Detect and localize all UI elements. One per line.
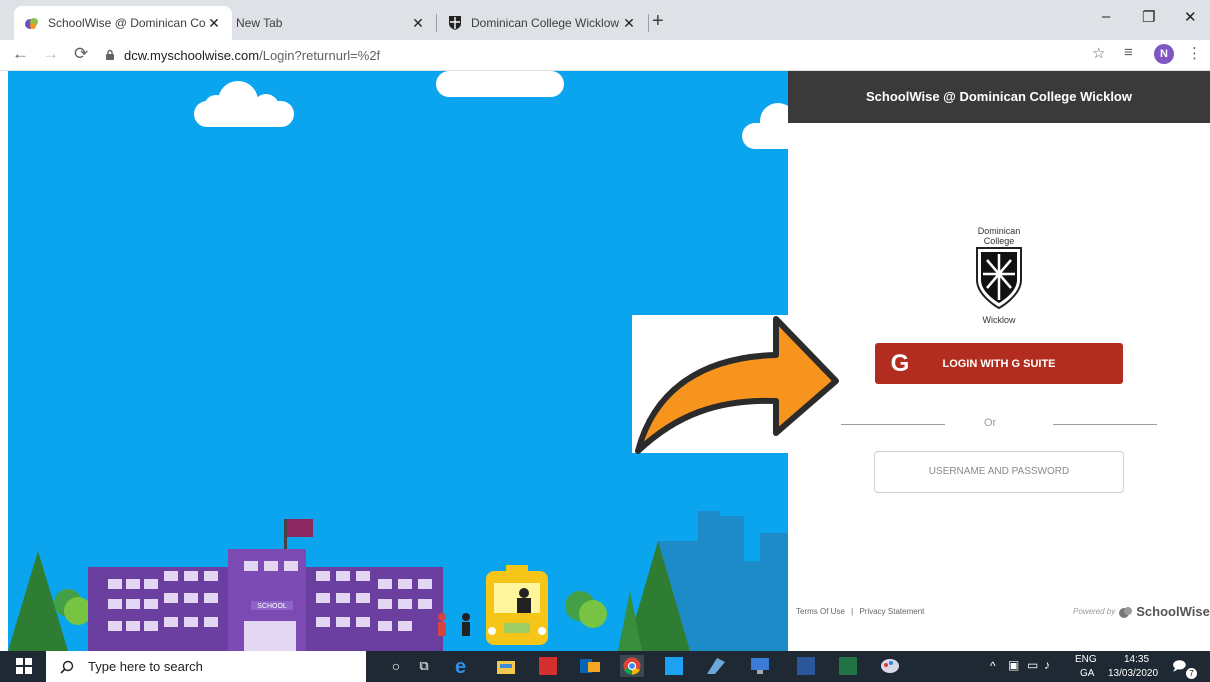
windows-start-icon[interactable] <box>12 655 36 677</box>
college-crest-favicon-icon <box>447 15 463 31</box>
address-bar[interactable]: dcw.myschoolwise.com/Login?returnurl=%2f <box>104 44 380 66</box>
powered-by: Powered by SchoolWise <box>1073 604 1210 619</box>
divider <box>1053 424 1157 425</box>
tab-close-icon[interactable]: ✕ <box>621 15 637 32</box>
cloud-icon <box>742 103 788 149</box>
logo-text-top: Dominican <box>977 226 1021 236</box>
back-arrow-icon[interactable]: ← <box>12 44 29 64</box>
tab-schoolwise[interactable]: SchoolWise @ Dominican Colleg ✕ <box>14 6 232 40</box>
language-bottom[interactable]: GA <box>1080 668 1094 679</box>
tab-dominican-college[interactable]: Dominican College Wicklow ✕ <box>437 6 647 40</box>
logo-text-bottom: Wicklow <box>982 315 1016 325</box>
search-placeholder: Type here to search <box>88 659 203 674</box>
excel-icon[interactable] <box>836 655 860 677</box>
tab-title: SchoolWise @ Dominican Colleg <box>48 16 206 30</box>
tray-app-icon[interactable]: ▣ <box>1008 658 1019 672</box>
notification-icon[interactable]: 🗩 <box>1172 657 1186 679</box>
schoolwise-brand: SchoolWise <box>1136 604 1210 619</box>
gsuite-button-label: LOGIN WITH G SUITE <box>942 357 1056 370</box>
task-view-icon[interactable]: ⧉ <box>412 655 436 677</box>
chrome-icon[interactable] <box>620 655 644 677</box>
search-icon <box>60 660 74 674</box>
notification-count-badge: 7 <box>1186 668 1197 679</box>
bookmark-star-icon[interactable]: ☆ <box>1092 44 1105 62</box>
url-host: dcw.myschoolwise.com <box>124 47 260 63</box>
remote-desktop-icon[interactable] <box>748 655 772 677</box>
cloud-icon <box>194 81 294 127</box>
outlook-icon[interactable] <box>578 655 602 677</box>
tab-title: New Tab <box>236 16 283 30</box>
school-bus <box>486 565 548 645</box>
url-path: /Login?returnurl=%2f <box>259 47 381 63</box>
curved-arrow-icon <box>635 316 839 454</box>
terms-link[interactable]: Terms Of Use <box>796 607 845 616</box>
twitter-icon[interactable] <box>662 655 686 677</box>
page-title: SchoolWise @ Dominican College Wicklow <box>788 71 1210 123</box>
footer-separator: | <box>851 607 854 616</box>
footer-links: Terms Of Use | Privacy Statement <box>796 607 924 616</box>
app-icon[interactable] <box>704 655 728 677</box>
annotation-arrow-overlay <box>632 315 839 454</box>
clock-date[interactable]: 13/03/2020 <box>1108 668 1158 679</box>
school-sign-text: SCHOOL <box>257 603 287 610</box>
college-crest-icon <box>976 247 1022 310</box>
taskbar-search[interactable]: Type here to search <box>46 651 366 682</box>
tray-expand-icon[interactable]: ^ <box>990 659 996 673</box>
forward-arrow-icon[interactable]: → <box>42 44 59 64</box>
paint-icon[interactable] <box>878 655 902 677</box>
network-icon[interactable]: ▭ <box>1027 658 1038 672</box>
browser-menu-icon[interactable]: ⋮ <box>1187 44 1202 62</box>
file-explorer-icon[interactable] <box>494 655 518 677</box>
flash-app-icon[interactable] <box>536 655 560 677</box>
edge-icon[interactable]: e <box>450 655 474 677</box>
schoolwise-logo-icon <box>1119 606 1133 618</box>
or-label: Or <box>984 417 997 429</box>
tab-close-icon[interactable]: ✕ <box>206 15 222 32</box>
minimize-button[interactable]: – <box>1102 8 1110 25</box>
tree <box>579 600 607 628</box>
browser-toolbar: ← → ⟳ dcw.myschoolwise.com/Login?returnu… <box>0 40 1210 71</box>
new-tab-button[interactable]: + <box>652 10 664 33</box>
word-icon[interactable] <box>794 655 818 677</box>
username-password-button[interactable]: USERNAME AND PASSWORD <box>874 451 1124 493</box>
lock-icon <box>106 49 114 60</box>
reload-icon[interactable]: ⟳ <box>74 44 88 64</box>
clock-time[interactable]: 14:35 <box>1124 654 1149 665</box>
svg-text:e: e <box>455 656 466 676</box>
tab-separator <box>648 14 649 32</box>
powered-by-label: Powered by <box>1073 607 1116 616</box>
tree <box>64 597 92 625</box>
profile-avatar[interactable]: N <box>1154 44 1174 64</box>
privacy-link[interactable]: Privacy Statement <box>859 607 924 616</box>
tab-strip: SchoolWise @ Dominican Colleg ✕ New Tab … <box>0 0 1210 40</box>
cortana-icon[interactable]: ○ <box>384 655 408 677</box>
tab-new-tab[interactable]: New Tab ✕ <box>226 6 436 40</box>
tab-close-icon[interactable]: ✕ <box>410 15 426 32</box>
login-gsuite-button[interactable]: G LOGIN WITH G SUITE <box>875 343 1123 384</box>
tab-title: Dominican College Wicklow <box>471 16 620 30</box>
volume-icon[interactable]: ♪ <box>1044 658 1050 672</box>
school-building <box>88 519 443 651</box>
media-queue-icon[interactable]: ≡ <box>1124 44 1133 61</box>
language-top[interactable]: ENG <box>1075 654 1097 665</box>
logo-text-mid: College <box>983 236 1015 246</box>
google-g-icon: G <box>890 349 910 377</box>
cloud-icon <box>436 71 564 97</box>
children-figures <box>438 613 470 636</box>
college-logo: Dominican College Wicklow <box>964 226 1034 325</box>
windows-taskbar: Type here to search ○ ⧉ e ^ ▣ ▭ ♪ ENG GA… <box>0 651 1210 682</box>
close-window-button[interactable]: ✕ <box>1184 8 1197 26</box>
schoolwise-favicon-icon <box>24 15 40 31</box>
restore-button[interactable]: ❐ <box>1142 8 1155 26</box>
